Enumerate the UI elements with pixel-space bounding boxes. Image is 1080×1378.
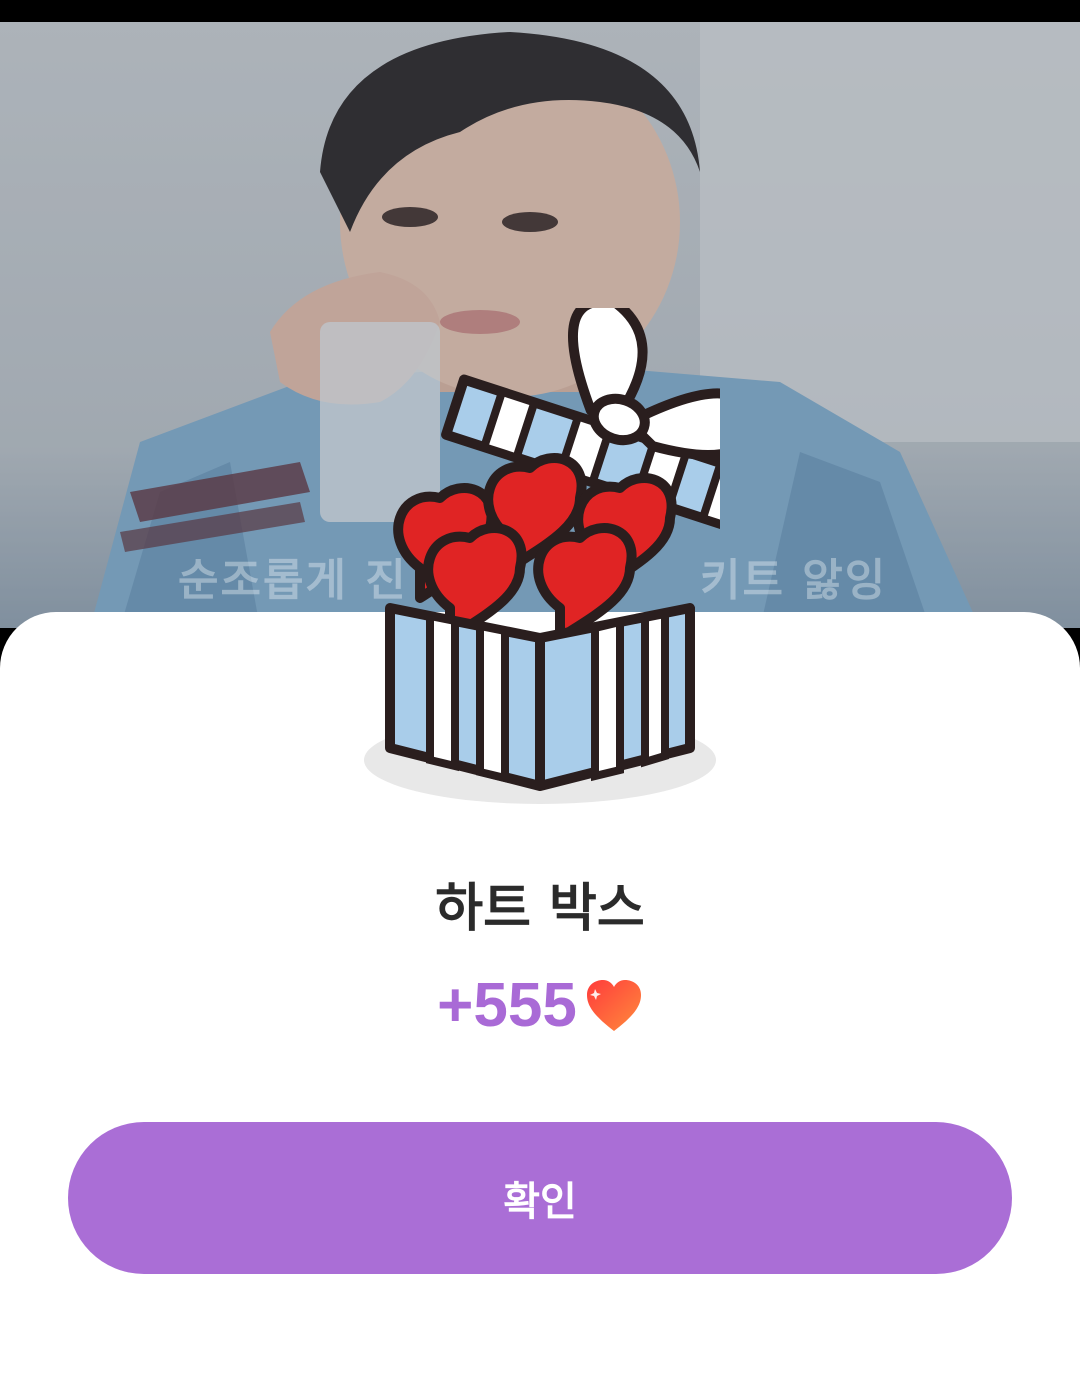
gift-box-icon [360,308,720,820]
reward-title: 하트 박스 [435,879,645,939]
status-bar [0,0,1080,22]
reward-amount: +555 [437,971,577,1040]
heart-icon [585,979,643,1033]
confirm-button[interactable]: 확인 [68,1122,1012,1274]
video-caption-right: 키트 앓잉 [700,555,888,606]
reward-amount-row: +555 [0,970,1080,1041]
